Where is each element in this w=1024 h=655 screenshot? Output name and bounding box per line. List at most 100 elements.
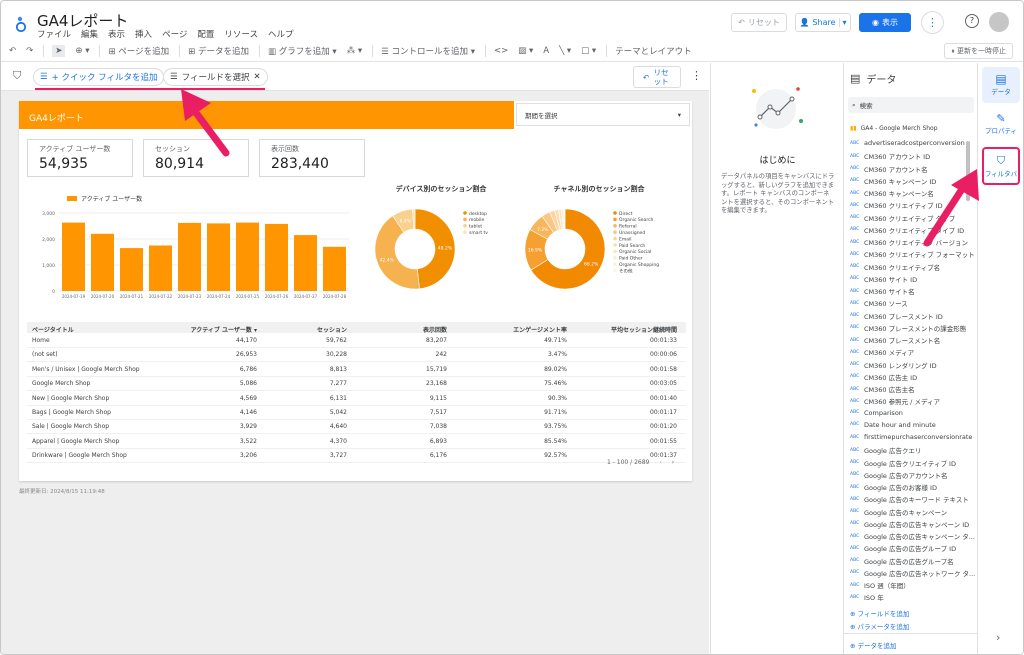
field-item[interactable]: ABC Google 広告のお客様 ID bbox=[850, 482, 937, 492]
field-item[interactable]: ABC CM360 プレースメント名 bbox=[850, 335, 940, 345]
field-item[interactable]: ABC Google 広告のアカウント名 bbox=[850, 470, 948, 480]
table-row[interactable]: (not set) 26,953 30,228 242 3.47% 00:00:06 bbox=[27, 348, 686, 363]
pause-updates-button[interactable]: ⏸ 更新を一時停止 bbox=[944, 43, 1013, 59]
more-vert-icon[interactable]: ⋮ bbox=[691, 69, 702, 82]
more-vert-icon[interactable]: ⋮ bbox=[921, 11, 944, 34]
field-item[interactable]: ABC advertiseradcostperconversion bbox=[850, 139, 965, 147]
undo-icon[interactable]: ↶ bbox=[9, 46, 16, 56]
rail-properties-button[interactable]: ✎ プロパティ bbox=[982, 107, 1020, 143]
avatar[interactable] bbox=[989, 12, 1009, 32]
menu-insert[interactable]: 挿入 bbox=[135, 28, 152, 40]
field-item[interactable]: ABC Google 広告の広告ネットワーク タ... bbox=[850, 568, 975, 578]
field-item[interactable]: ABC CM360 メディア bbox=[850, 347, 914, 357]
field-item[interactable]: ABC CM360 プレースメント ID bbox=[850, 311, 943, 321]
field-item[interactable]: ABC Date hour and minute bbox=[850, 421, 936, 429]
menu-page[interactable]: ページ bbox=[162, 28, 187, 40]
add-chart-button[interactable]: ▥ グラフを追加 ▾ bbox=[268, 45, 337, 57]
menu-resource[interactable]: リソース bbox=[224, 28, 258, 40]
column-header[interactable]: アクティブ ユーザー数 ▾ bbox=[177, 325, 257, 334]
table-row[interactable]: Sale | Google Merch Shop 3,929 4,640 7,038 9… bbox=[27, 420, 686, 435]
column-header[interactable]: ページタイトル bbox=[32, 325, 74, 334]
menu-help[interactable]: ヘルプ bbox=[268, 28, 294, 40]
reset-button[interactable]: ↶ リセット bbox=[731, 13, 787, 32]
column-header[interactable]: 平均セッション継続時間 bbox=[597, 325, 677, 334]
add-field-link[interactable]: ⊕ フィールドを追加 bbox=[850, 608, 909, 618]
text-field-icon: ABC bbox=[850, 386, 860, 392]
report-page[interactable]: GA4レポート 期間を選択 ▾ アクティブ ユーザー数 54,935 セッション 80… bbox=[19, 101, 692, 481]
add-control-button[interactable]: ☰ コントロールを追加 ▾ bbox=[381, 45, 475, 57]
field-item[interactable]: ABC Google 広告の広告キャンペーン タ... bbox=[850, 531, 975, 541]
image-icon[interactable]: ▨ ▾ bbox=[518, 46, 533, 56]
chevron-right-icon[interactable]: › bbox=[672, 459, 674, 466]
field-search-input[interactable]: ⌕ 検索 bbox=[848, 97, 974, 113]
add-parameter-link[interactable]: ⊕ パラメータを追加 bbox=[850, 621, 909, 631]
menu-edit[interactable]: 編集 bbox=[81, 28, 98, 40]
code-icon[interactable]: <> bbox=[494, 46, 508, 56]
theme-layout-button[interactable]: テーマとレイアウト bbox=[615, 45, 692, 57]
legend-label: Organic Search bbox=[619, 217, 654, 223]
field-item[interactable]: ABC ISO 年 bbox=[850, 592, 884, 602]
rail-data-button[interactable]: ▤ データ bbox=[982, 67, 1020, 103]
channel-pie-chart[interactable]: チャネル別のセッション割合66.2%16.9%7.2%DirectOrganic… bbox=[519, 181, 679, 311]
field-item[interactable]: ABC CM360 広告主 ID bbox=[850, 372, 917, 382]
text-icon[interactable]: A bbox=[543, 46, 549, 56]
redo-icon[interactable]: ↷ bbox=[26, 46, 33, 56]
field-item[interactable]: ABC Google 広告のキャンペーン bbox=[850, 507, 947, 517]
shape-icon[interactable]: □ ▾ bbox=[581, 46, 596, 56]
bar-chart[interactable]: アクティブ ユーザー数 0 1,000 2,000 3,000 2024-07-19 202… bbox=[27, 191, 357, 311]
table-row[interactable]: Google Merch Shop 5,086 7,277 23,168 75.46% 0… bbox=[27, 377, 686, 392]
select-icon[interactable]: ➤ bbox=[52, 45, 66, 57]
field-item[interactable]: ABC CM360 レンダリング ID bbox=[850, 360, 937, 370]
view-button[interactable]: ◉ 表示 bbox=[859, 13, 911, 32]
column-header[interactable]: エンゲージメント率 bbox=[487, 325, 567, 334]
field-item[interactable]: ABC CM360 サイト ID bbox=[850, 274, 917, 284]
menu-view[interactable]: 表示 bbox=[108, 28, 125, 40]
community-viz-icon[interactable]: ⁂ ▾ bbox=[347, 46, 362, 56]
add-data-link[interactable]: ⊕ データを追加 bbox=[850, 640, 897, 650]
date-range-control[interactable]: 期間を選択 ▾ bbox=[516, 103, 690, 126]
column-header[interactable]: 表示回数 bbox=[367, 325, 447, 334]
table-row[interactable]: Home 44,170 59,762 83,207 49.71% 00:01:33 bbox=[27, 334, 686, 348]
field-item[interactable]: ABC Google 広告の広告グループ ID bbox=[850, 543, 956, 553]
field-item[interactable]: ABC Google 広告の広告キャンペーン ID bbox=[850, 519, 969, 529]
data-table[interactable]: ページタイトル アクティブ ユーザー数 ▾ セッション 表示回数 エンゲージメント率 平均… bbox=[27, 322, 686, 464]
table-row[interactable]: Drinkware | Google Merch Shop 3,206 3,727 6… bbox=[27, 449, 686, 464]
menu-arrange[interactable]: 配置 bbox=[197, 28, 214, 40]
table-row[interactable]: New | Google Merch Shop 4,569 6,131 9,115 90… bbox=[27, 392, 686, 406]
data-source-item[interactable]: ▮▮ GA4 - Google Merch Shop bbox=[850, 125, 938, 132]
field-item[interactable]: ABC CM360 参照元 / メディア bbox=[850, 396, 940, 406]
table-row[interactable]: Men's / Unisex | Google Merch Shop 6,786 8… bbox=[27, 363, 686, 377]
column-header[interactable]: セッション bbox=[267, 325, 347, 334]
field-item[interactable]: ABC CM360 アカウント名 bbox=[850, 164, 928, 174]
field-item[interactable]: ABC Google 広告のキーワード テキスト bbox=[850, 494, 969, 504]
close-icon[interactable]: ✕ bbox=[253, 72, 260, 82]
filter-reset-button[interactable]: ↶ リセット bbox=[633, 66, 681, 88]
field-item[interactable]: ABC Google 広告クリエイティブ ID bbox=[850, 458, 956, 468]
field-item[interactable]: ABC CM360 広告主名 bbox=[850, 384, 915, 394]
zoom-icon[interactable]: ⊕ ▾ bbox=[75, 46, 89, 56]
table-row[interactable]: Apparel | Google Merch Shop 3,522 4,370 6,8… bbox=[27, 435, 686, 449]
quick-filter-chip[interactable]: ☰ + クイック フィルタを追加 bbox=[33, 68, 165, 86]
chevron-right-icon[interactable]: › bbox=[996, 631, 1000, 644]
table-row[interactable]: Bags | Google Merch Shop 4,146 5,042 7,517 9… bbox=[27, 406, 686, 420]
field-item[interactable]: ABC CM360 サイト名 bbox=[850, 286, 915, 296]
kpi-active-users[interactable]: アクティブ ユーザー数 54,935 bbox=[27, 139, 133, 177]
field-item[interactable]: ABC Google 広告クエリ bbox=[850, 445, 922, 455]
device-pie-chart[interactable]: デバイス別のセッション割合 48.2% 42.4% 8.4% desktopmobile… bbox=[369, 181, 509, 311]
field-item[interactable]: ABC CM360 クリエイティブ名 bbox=[850, 262, 940, 272]
field-item[interactable]: ABC ISO 週（年間） bbox=[850, 580, 910, 590]
share-button[interactable]: 👤 Share ▾ bbox=[795, 13, 851, 32]
kpi-pageviews[interactable]: 表示回数 283,440 bbox=[259, 139, 365, 177]
menu-file[interactable]: ファイル bbox=[37, 28, 71, 40]
chevron-left-icon[interactable]: ‹ bbox=[659, 459, 661, 466]
field-item[interactable]: ABC CM360 プレースメントの課金形態 bbox=[850, 323, 966, 333]
field-item[interactable]: ABC CM360 ソース bbox=[850, 298, 908, 308]
line-icon[interactable]: ╲ ▾ bbox=[559, 46, 571, 56]
add-page-button[interactable]: ⊞ ページを追加 bbox=[108, 45, 169, 57]
add-data-button[interactable]: ⊞ データを追加 bbox=[188, 45, 249, 57]
field-item[interactable]: ABC CM360 アカウント ID bbox=[850, 151, 930, 161]
field-item[interactable]: ABC Google 広告の広告グループ名 bbox=[850, 556, 954, 566]
field-item[interactable]: ABC Comparison bbox=[850, 409, 903, 417]
help-icon[interactable]: ? bbox=[965, 14, 979, 28]
field-item[interactable]: ABC firsttimepurchaserconversionrate bbox=[850, 433, 972, 441]
